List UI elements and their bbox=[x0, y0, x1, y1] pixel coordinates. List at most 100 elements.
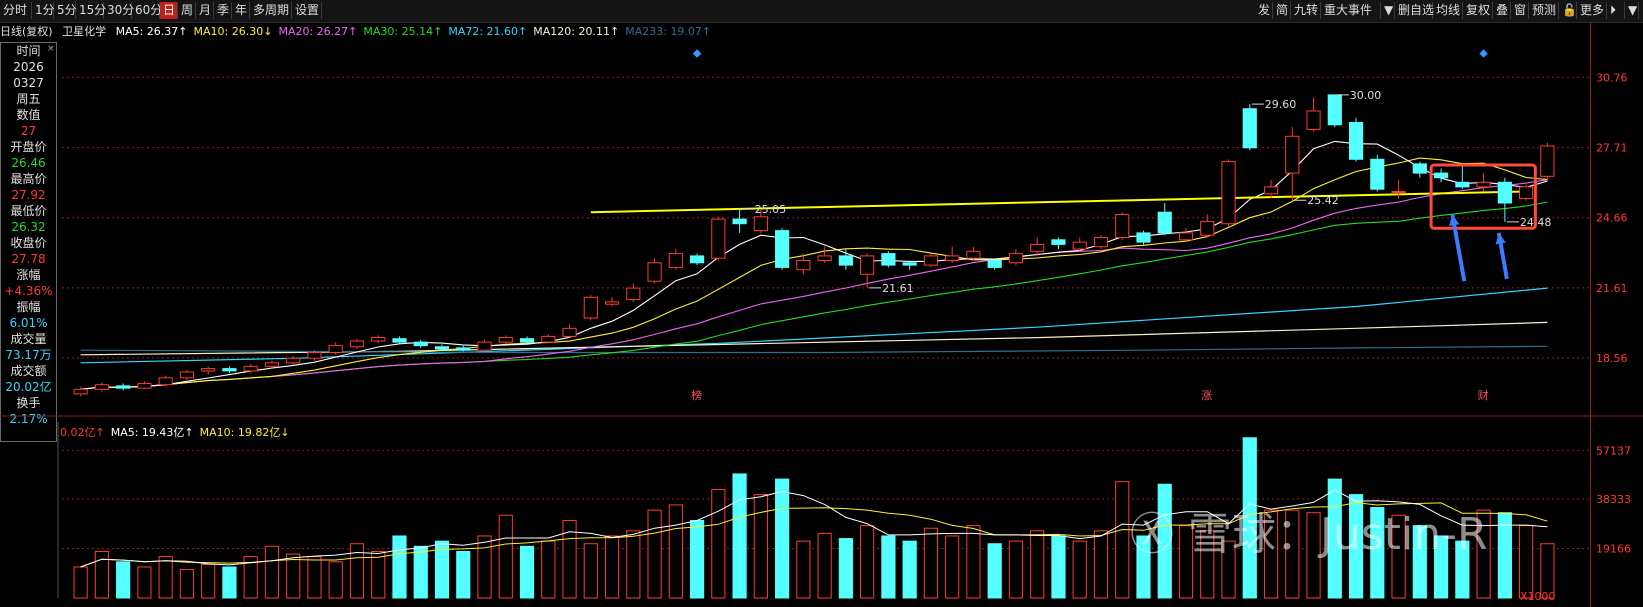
volume-bar[interactable] bbox=[689, 519, 705, 599]
candle-body[interactable] bbox=[881, 253, 896, 266]
candle-body[interactable] bbox=[349, 340, 365, 348]
volume-bar[interactable] bbox=[413, 545, 428, 599]
candle-body[interactable] bbox=[1370, 158, 1385, 190]
volume-bar[interactable] bbox=[923, 527, 939, 599]
candle-body[interactable] bbox=[137, 383, 152, 389]
candle-body[interactable] bbox=[286, 357, 301, 364]
volume-bar[interactable] bbox=[647, 509, 662, 599]
candle-body[interactable] bbox=[604, 301, 620, 305]
candle-body[interactable] bbox=[116, 385, 131, 389]
event-label[interactable]: 涨 bbox=[1201, 389, 1212, 402]
candle-body[interactable] bbox=[1540, 145, 1555, 177]
volume-bar[interactable] bbox=[966, 525, 981, 599]
candle-body[interactable] bbox=[1327, 94, 1342, 126]
candle-body[interactable] bbox=[1051, 239, 1066, 245]
volume-bar[interactable] bbox=[456, 550, 471, 599]
candle-body[interactable] bbox=[456, 347, 471, 351]
volume-bar[interactable] bbox=[201, 563, 216, 599]
candle-body[interactable] bbox=[434, 346, 450, 350]
candle-body[interactable] bbox=[1242, 108, 1257, 149]
candle-body[interactable] bbox=[413, 341, 428, 347]
candle-body[interactable] bbox=[1348, 122, 1364, 160]
volume-bar[interactable] bbox=[1093, 530, 1109, 599]
volume-bar[interactable] bbox=[179, 569, 195, 599]
candle-body[interactable] bbox=[222, 368, 237, 372]
candle-body[interactable] bbox=[796, 260, 811, 271]
candle-body[interactable] bbox=[541, 335, 556, 343]
event-label[interactable]: 榜 bbox=[691, 388, 702, 402]
candle-body[interactable] bbox=[243, 365, 258, 372]
volume-bar[interactable] bbox=[775, 478, 790, 599]
candle-body[interactable] bbox=[732, 218, 747, 225]
volume-bar[interactable] bbox=[498, 514, 513, 599]
volume-bar[interactable] bbox=[1051, 535, 1066, 599]
candle-body[interactable] bbox=[668, 253, 683, 268]
volume-bar[interactable] bbox=[902, 540, 917, 599]
volume-bar[interactable] bbox=[860, 525, 875, 599]
candle-body[interactable] bbox=[1200, 220, 1215, 236]
candle-body[interactable] bbox=[1433, 172, 1449, 179]
volume-bar[interactable] bbox=[392, 535, 407, 599]
candle-body[interactable] bbox=[626, 287, 641, 301]
candle-body[interactable] bbox=[860, 255, 875, 275]
volume-bar[interactable] bbox=[116, 561, 131, 599]
volume-bar[interactable] bbox=[1008, 540, 1024, 599]
volume-bar[interactable] bbox=[838, 538, 853, 599]
candle-body[interactable] bbox=[775, 230, 790, 268]
candle-body[interactable] bbox=[1391, 191, 1406, 193]
candle-body[interactable] bbox=[1072, 241, 1087, 250]
volume-bar[interactable] bbox=[668, 504, 683, 599]
volume-bar[interactable] bbox=[286, 553, 301, 599]
volume-bar[interactable] bbox=[158, 556, 173, 599]
candle-body[interactable] bbox=[817, 255, 832, 261]
volume-bar[interactable] bbox=[583, 543, 598, 599]
volume-bar[interactable] bbox=[732, 473, 747, 599]
candle-body[interactable] bbox=[1008, 253, 1024, 264]
candle-body[interactable] bbox=[201, 368, 216, 372]
volume-bar[interactable] bbox=[1030, 530, 1045, 599]
candle-body[interactable] bbox=[1476, 181, 1491, 188]
candle-body[interactable] bbox=[945, 255, 960, 261]
candle-body[interactable] bbox=[1497, 181, 1512, 204]
candle-body[interactable] bbox=[392, 338, 407, 343]
candle-body[interactable] bbox=[562, 327, 577, 337]
candle-body[interactable] bbox=[1136, 232, 1151, 243]
volume-bar[interactable] bbox=[881, 535, 896, 599]
candle-body[interactable] bbox=[73, 388, 88, 395]
candle-body[interactable] bbox=[1306, 110, 1321, 130]
volume-bar[interactable] bbox=[711, 488, 726, 599]
candle-body[interactable] bbox=[753, 216, 768, 232]
volume-bar[interactable] bbox=[477, 535, 492, 599]
candle-body[interactable] bbox=[583, 296, 598, 319]
volume-bar[interactable] bbox=[817, 532, 832, 599]
candle-body[interactable] bbox=[838, 255, 853, 266]
candle-body[interactable] bbox=[1030, 243, 1045, 252]
candle-body[interactable] bbox=[987, 260, 1002, 268]
candle-body[interactable] bbox=[307, 352, 322, 359]
candle-body[interactable] bbox=[328, 345, 343, 354]
volume-bar[interactable] bbox=[137, 566, 152, 599]
candle-body[interactable] bbox=[1221, 161, 1236, 225]
candle-body[interactable] bbox=[689, 255, 705, 264]
volume-bar[interactable] bbox=[222, 566, 237, 599]
candle-body[interactable] bbox=[1412, 163, 1427, 174]
candle-body[interactable] bbox=[1455, 181, 1470, 188]
candle-body[interactable] bbox=[1519, 186, 1534, 199]
volume-bar[interactable] bbox=[1519, 525, 1534, 599]
candle-body[interactable] bbox=[902, 262, 917, 266]
candle-body[interactable] bbox=[371, 337, 386, 342]
candle-body[interactable] bbox=[923, 255, 939, 266]
candle-body[interactable] bbox=[264, 362, 280, 367]
volume-bar[interactable] bbox=[604, 535, 620, 599]
volume-bar[interactable] bbox=[541, 540, 556, 599]
volume-bar[interactable] bbox=[945, 535, 960, 599]
candle-body[interactable] bbox=[647, 262, 662, 282]
candle-body[interactable] bbox=[477, 341, 492, 351]
volume-bar[interactable] bbox=[73, 566, 88, 599]
volume-bar[interactable] bbox=[371, 550, 386, 599]
candle-body[interactable] bbox=[498, 337, 513, 343]
candle-body[interactable] bbox=[179, 371, 195, 379]
candle-body[interactable] bbox=[1178, 232, 1194, 241]
volume-bar[interactable] bbox=[1115, 481, 1130, 599]
volume-bar[interactable] bbox=[796, 540, 811, 599]
